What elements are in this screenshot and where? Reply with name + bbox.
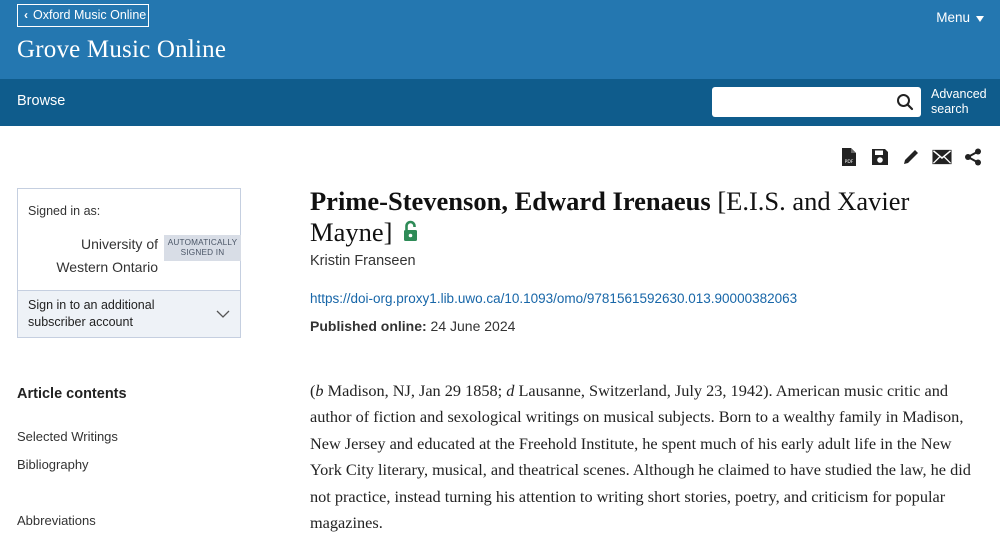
- institution-name: University of Western Ontario: [42, 233, 158, 279]
- signed-in-label: Signed in as:: [28, 204, 101, 218]
- svg-text:PDF: PDF: [845, 159, 854, 165]
- chevron-left-icon: ‹: [24, 8, 28, 22]
- site-header: ‹ Oxford Music Online Grove Music Online…: [0, 0, 1000, 79]
- advanced-search-line1: Advanced: [931, 87, 987, 101]
- doi-link[interactable]: https://doi-org.proxy1.lib.uwo.ca/10.109…: [310, 291, 797, 306]
- contents-item-bibliography[interactable]: Bibliography: [17, 457, 89, 472]
- institution-line2: Western Ontario: [56, 259, 158, 275]
- menu-label: Menu: [936, 10, 970, 25]
- contents-item-abbreviations[interactable]: Abbreviations: [17, 513, 96, 528]
- article-author[interactable]: Kristin Franseen: [310, 253, 416, 269]
- oxford-music-online-link[interactable]: ‹ Oxford Music Online: [17, 4, 149, 27]
- advanced-search-line2: search: [931, 102, 969, 116]
- published-online-date: 24 June 2024: [426, 318, 516, 334]
- intro-rest: Lausanne, Switzerland, July 23, 1942). A…: [310, 381, 971, 533]
- institution-line1: University of: [80, 236, 158, 252]
- signin-panel: Signed in as: University of Western Onta…: [17, 188, 241, 338]
- browse-link[interactable]: Browse: [17, 93, 65, 109]
- additional-signin-line2: subscriber account: [28, 315, 133, 329]
- article-title: Prime-Stevenson, Edward Irenaeus [E.I.S.…: [310, 186, 990, 248]
- search-box: [712, 87, 921, 117]
- advanced-search-link[interactable]: Advanced search: [931, 87, 987, 117]
- share-icon[interactable]: [963, 147, 983, 167]
- edit-icon[interactable]: [901, 147, 921, 167]
- search-icon[interactable]: [895, 92, 915, 112]
- article-title-main: Prime-Stevenson, Edward Irenaeus: [310, 186, 711, 216]
- additional-signin-label: Sign in to an additional subscriber acco…: [28, 297, 154, 331]
- site-title[interactable]: Grove Music Online: [17, 36, 226, 64]
- chevron-down-icon: [216, 310, 230, 318]
- nav-bar: Browse Advanced search: [0, 79, 1000, 126]
- auto-signed-in-badge: AUTOMATICALLY SIGNED IN: [164, 235, 241, 261]
- pdf-icon[interactable]: PDF: [839, 147, 859, 167]
- additional-signin-toggle[interactable]: Sign in to an additional subscriber acco…: [18, 290, 240, 337]
- caret-down-icon: [976, 15, 984, 22]
- email-icon[interactable]: [932, 147, 952, 167]
- additional-signin-line1: Sign in to an additional: [28, 298, 155, 312]
- badge-line1: AUTOMATICALLY: [167, 238, 238, 247]
- published-online: Published online: 24 June 2024: [310, 318, 515, 334]
- badge-line2: SIGNED IN: [180, 248, 225, 257]
- intro-birth: Madison, NJ, Jan 29 1858;: [323, 381, 507, 400]
- article-body-paragraph: (b Madison, NJ, Jan 29 1858; d Lausanne,…: [310, 378, 985, 536]
- search-input[interactable]: [712, 87, 892, 117]
- published-online-label: Published online:: [310, 318, 427, 334]
- article-contents-title: Article contents: [17, 386, 127, 402]
- oxford-link-label: Oxford Music Online: [33, 8, 147, 22]
- open-access-lock-icon: [404, 220, 418, 241]
- save-icon[interactable]: [870, 147, 890, 167]
- contents-item-selected-writings[interactable]: Selected Writings: [17, 429, 118, 444]
- born-abbr: b: [315, 381, 324, 400]
- menu-button[interactable]: Menu: [936, 10, 984, 25]
- article-toolbar: PDF: [839, 147, 983, 167]
